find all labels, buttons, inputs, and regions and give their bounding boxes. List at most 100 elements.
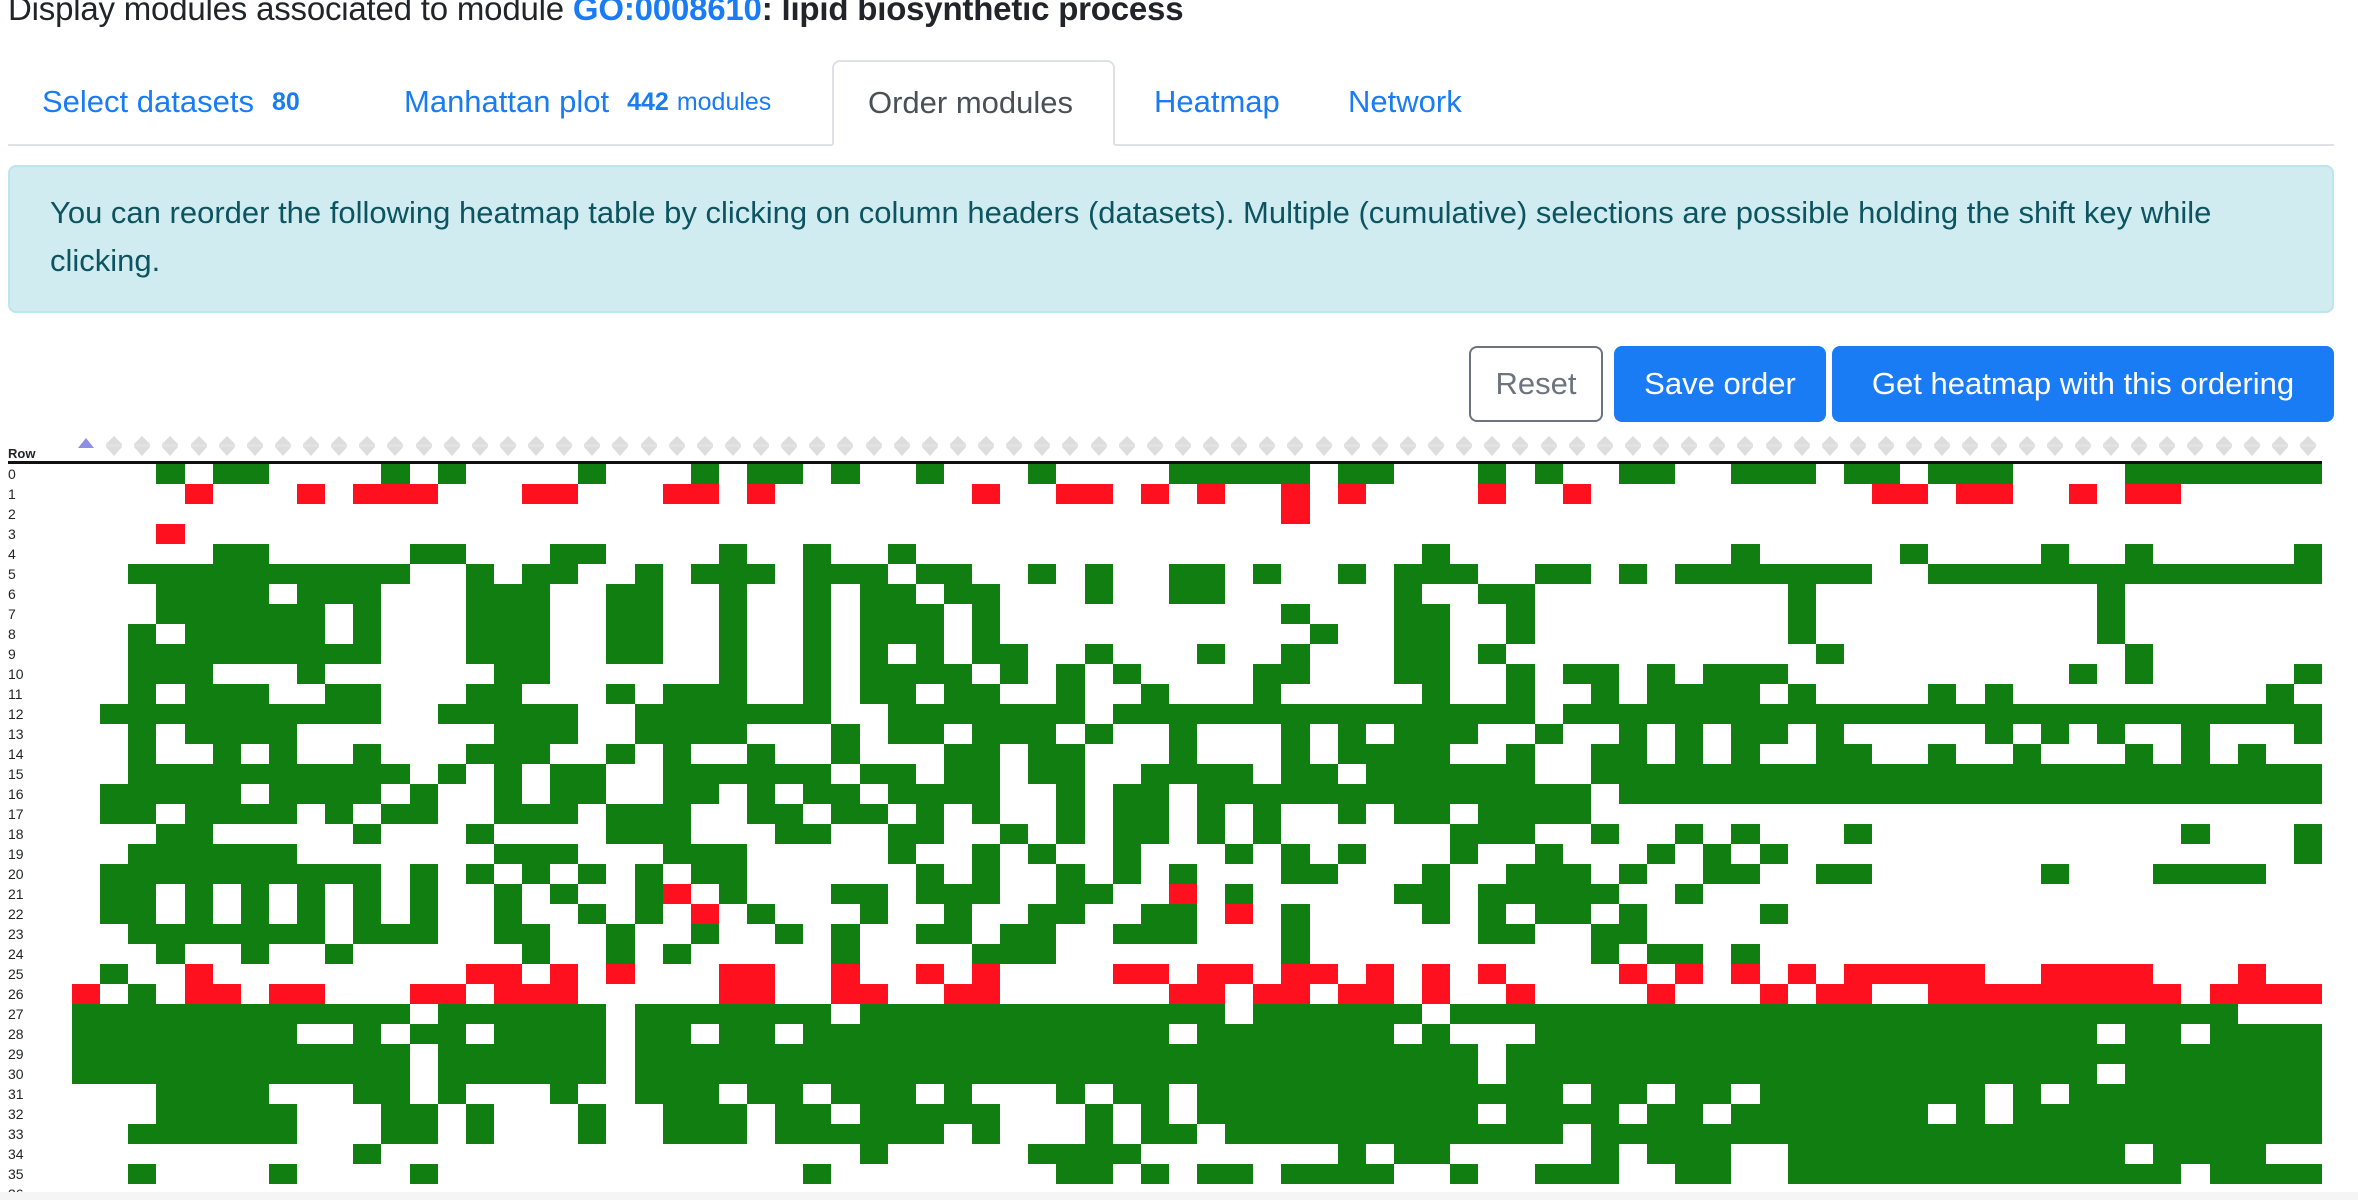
sort-toggle-icon[interactable] — [216, 436, 238, 458]
sort-toggle-icon[interactable] — [1284, 436, 1306, 458]
sort-toggle-icon[interactable] — [103, 436, 125, 458]
heatmap-cell-up — [2013, 564, 2041, 584]
sort-toggle-icon[interactable] — [2072, 436, 2094, 458]
sort-toggle-icon[interactable] — [1031, 436, 1053, 458]
sort-toggle-icon[interactable] — [413, 436, 435, 458]
sort-toggle-icon[interactable] — [1538, 436, 1560, 458]
reset-button[interactable]: Reset — [1469, 346, 1603, 422]
sort-toggle-icon[interactable] — [1200, 436, 1222, 458]
tab-order-modules[interactable]: Order modules — [832, 60, 1115, 146]
heatmap-cell-up — [1394, 784, 1422, 804]
sort-toggle-icon[interactable] — [2269, 436, 2291, 458]
sort-toggle-icon[interactable] — [750, 436, 772, 458]
sort-toggle-icon[interactable] — [525, 436, 547, 458]
sort-toggle-icon[interactable] — [2184, 436, 2206, 458]
heatmap-cell-up — [213, 1024, 241, 1044]
sort-toggle-icon[interactable] — [2016, 436, 2038, 458]
sort-toggle-icon[interactable] — [919, 436, 941, 458]
sort-toggle-icon[interactable] — [356, 436, 378, 458]
tab-select-datasets[interactable]: Select datasets 80 — [8, 60, 334, 144]
sort-toggle-icon[interactable] — [131, 436, 153, 458]
tab-heatmap[interactable]: Heatmap — [1120, 60, 1314, 144]
sort-toggle-icon[interactable] — [1931, 436, 1953, 458]
sort-toggle-icon[interactable] — [1144, 436, 1166, 458]
sort-toggle-icon[interactable] — [694, 436, 716, 458]
sort-toggle-icon[interactable] — [1791, 436, 1813, 458]
sort-toggle-icon[interactable] — [834, 436, 856, 458]
sort-toggle-icon[interactable] — [722, 436, 744, 458]
sort-toggle-icon[interactable] — [1341, 436, 1363, 458]
sort-toggle-icon[interactable] — [2156, 436, 2178, 458]
sort-toggle-icon[interactable] — [159, 436, 181, 458]
sort-toggle-icon[interactable] — [188, 436, 210, 458]
sort-toggle-icon[interactable] — [1397, 436, 1419, 458]
sort-toggle-icon[interactable] — [553, 436, 575, 458]
sort-toggle-icon[interactable] — [1453, 436, 1475, 458]
sort-toggle-icon[interactable] — [2213, 436, 2235, 458]
sort-toggle-icon[interactable] — [300, 436, 322, 458]
tab-network[interactable]: Network — [1314, 60, 1496, 144]
sort-toggle-icon[interactable] — [1369, 436, 1391, 458]
sort-toggle-icon[interactable] — [384, 436, 406, 458]
sort-toggle-icon[interactable] — [1256, 436, 1278, 458]
sort-toggle-icon[interactable] — [1566, 436, 1588, 458]
heatmap-cell-up — [297, 664, 325, 684]
sort-toggle-icon[interactable] — [1819, 436, 1841, 458]
sort-toggle-icon[interactable] — [2241, 436, 2263, 458]
sort-toggle-icon[interactable] — [1116, 436, 1138, 458]
sort-toggle-icon[interactable] — [1706, 436, 1728, 458]
sort-toggle-icon[interactable] — [1903, 436, 1925, 458]
sort-toggle-icon[interactable] — [638, 436, 660, 458]
sort-toggle-icon[interactable] — [469, 436, 491, 458]
sort-toggle-icon[interactable] — [2044, 436, 2066, 458]
sort-toggle-icon[interactable] — [1678, 436, 1700, 458]
horizontal-scrollbar[interactable] — [0, 1192, 2358, 1200]
sort-toggle-icon[interactable] — [1313, 436, 1335, 458]
heatmap-cell-up — [2013, 1024, 2041, 1044]
sort-toggle-icon[interactable] — [1088, 436, 1110, 458]
heatmap-cell-up — [1281, 904, 1310, 924]
sort-toggle-icon[interactable] — [1003, 436, 1025, 458]
heatmap-cell-down — [1141, 964, 1169, 984]
sort-toggle-icon[interactable] — [1509, 436, 1531, 458]
sort-toggle-icon[interactable] — [272, 436, 294, 458]
sort-toggle-icon[interactable] — [581, 436, 603, 458]
sort-toggle-icon[interactable] — [1059, 436, 1081, 458]
sort-toggle-icon[interactable] — [497, 436, 519, 458]
sort-toggle-icon[interactable] — [1594, 436, 1616, 458]
tab-manhattan-plot[interactable]: Manhattan plot 442 modules — [370, 60, 805, 144]
sort-toggle-icon[interactable] — [1959, 436, 1981, 458]
save-order-button[interactable]: Save order — [1614, 346, 1826, 422]
sort-toggle-icon[interactable] — [1847, 436, 1869, 458]
sort-toggle-icon[interactable] — [609, 436, 631, 458]
sort-toggle-icon[interactable] — [2128, 436, 2150, 458]
sort-toggle-icon[interactable] — [1988, 436, 2010, 458]
sort-toggle-icon[interactable] — [975, 436, 997, 458]
sort-toggle-icon[interactable] — [947, 436, 969, 458]
sort-toggle-icon[interactable] — [1481, 436, 1503, 458]
sort-toggle-icon[interactable] — [1228, 436, 1250, 458]
heatmap-cell-up — [100, 884, 128, 904]
sort-toggle-icon[interactable] — [666, 436, 688, 458]
sort-toggle-icon[interactable] — [1650, 436, 1672, 458]
sort-toggle-icon[interactable] — [328, 436, 350, 458]
sort-toggle-icon[interactable] — [1734, 436, 1756, 458]
sort-toggle-icon[interactable] — [1622, 436, 1644, 458]
sort-toggle-icon[interactable] — [1425, 436, 1447, 458]
sort-toggle-icon[interactable] — [441, 436, 463, 458]
get-heatmap-button[interactable]: Get heatmap with this ordering — [1832, 346, 2334, 422]
heatmap-cell-up — [1956, 1104, 1985, 1124]
sort-toggle-icon[interactable] — [863, 436, 885, 458]
heatmap-cell-up — [1563, 1164, 1591, 1184]
go-term-link[interactable]: GO:0008610 — [573, 0, 762, 27]
sort-toggle-icon[interactable] — [244, 436, 266, 458]
sort-toggle-icon[interactable] — [1763, 436, 1785, 458]
sort-ascending-icon[interactable] — [75, 436, 97, 458]
sort-toggle-icon[interactable] — [2100, 436, 2122, 458]
sort-toggle-icon[interactable] — [2297, 436, 2319, 458]
sort-toggle-icon[interactable] — [806, 436, 828, 458]
sort-toggle-icon[interactable] — [1875, 436, 1897, 458]
sort-toggle-icon[interactable] — [891, 436, 913, 458]
sort-toggle-icon[interactable] — [1172, 436, 1194, 458]
sort-toggle-icon[interactable] — [778, 436, 800, 458]
